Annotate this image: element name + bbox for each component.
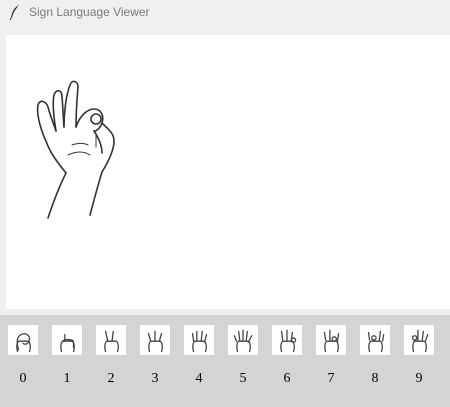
- sign-label-8: 8: [371, 371, 379, 386]
- hand-sign-7-icon: [318, 326, 344, 355]
- sign-label-9: 9: [415, 371, 423, 386]
- feather-icon: [9, 5, 19, 20]
- hand-sign-nine-ok-icon: [36, 80, 115, 219]
- sign-label-5: 5: [239, 371, 247, 386]
- hand-sign-1-icon: [54, 326, 80, 355]
- hand-sign-5-icon: [230, 326, 256, 355]
- sign-button-9[interactable]: [404, 325, 434, 355]
- sign-label-7: 7: [327, 371, 335, 386]
- hand-sign-2-icon: [98, 326, 124, 355]
- sign-label-4: 4: [195, 371, 203, 386]
- sign-label-6: 6: [283, 371, 291, 386]
- sign-button-8[interactable]: [360, 325, 390, 355]
- sign-label-0: 0: [19, 371, 27, 386]
- hand-sign-3-icon: [142, 326, 168, 355]
- hand-sign-6-icon: [274, 326, 300, 355]
- sign-display-canvas: [6, 35, 450, 309]
- sign-button-6[interactable]: [272, 325, 302, 355]
- sign-button-7[interactable]: [316, 325, 346, 355]
- sign-button-2[interactable]: [96, 325, 126, 355]
- hand-sign-9-icon: [406, 326, 432, 355]
- sign-label-1: 1: [63, 371, 71, 386]
- sign-button-0[interactable]: [8, 325, 38, 355]
- hand-sign-4-icon: [186, 326, 212, 355]
- title-bar: Sign Language Viewer: [0, 0, 450, 26]
- sign-button-1[interactable]: [52, 325, 82, 355]
- sign-label-2: 2: [107, 371, 115, 386]
- hand-sign-8-icon: [362, 326, 388, 355]
- hand-sign-0-icon: [10, 326, 36, 355]
- sign-button-3[interactable]: [140, 325, 170, 355]
- sign-label-3: 3: [151, 371, 159, 386]
- sign-button-5[interactable]: [228, 325, 258, 355]
- sign-button-4[interactable]: [184, 325, 214, 355]
- window-title: Sign Language Viewer: [29, 5, 150, 19]
